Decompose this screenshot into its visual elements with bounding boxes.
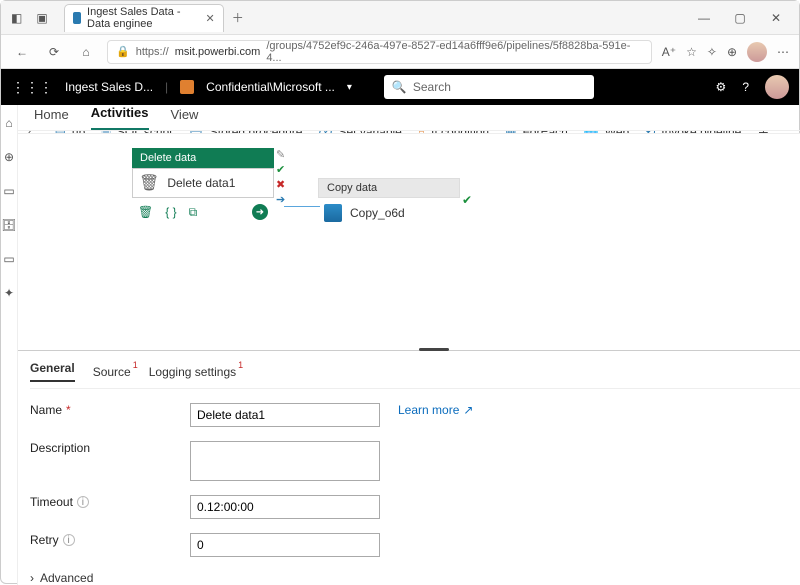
required-badge: 1	[133, 360, 138, 370]
input-name[interactable]	[190, 403, 380, 427]
search-icon: 🔍	[392, 80, 407, 94]
panel-resize-handle[interactable]	[419, 348, 449, 351]
code-action-icon[interactable]: { }	[165, 205, 176, 219]
success-output-icon[interactable]: ✔	[462, 193, 472, 207]
activity-status-icons: ✎ ✔ ✖ ➔	[276, 148, 285, 206]
advanced-toggle[interactable]: › Advanced	[30, 571, 800, 585]
tab-general[interactable]: General	[30, 361, 75, 382]
trash-icon: 🗑	[139, 173, 159, 193]
url-path: /groups/4752ef9c-246a-497e-8527-ed14a6ff…	[266, 40, 642, 64]
more-icon[interactable]: ⋯	[777, 45, 789, 59]
activity-header: Copy data	[318, 178, 460, 198]
maximize-button[interactable]: ▢	[723, 4, 757, 32]
user-avatar[interactable]	[765, 75, 789, 99]
lock-icon: 🔒	[116, 45, 130, 58]
rail-home-icon[interactable]: ⌂	[1, 115, 17, 131]
search-placeholder: Search	[413, 80, 451, 94]
activity-header: Delete data	[132, 148, 274, 168]
favicon-icon	[73, 12, 81, 24]
label-retry: Retryi	[30, 533, 180, 547]
properties-panel: General Source1 Logging settings1 ⌃ Name…	[18, 350, 800, 585]
tab-title: Ingest Sales Data - Data enginee	[87, 6, 199, 30]
app-launcher-icon[interactable]: ⋮⋮⋮	[11, 79, 53, 96]
page-tabs: Home Activities View	[18, 105, 800, 131]
activity-label: Copy_o6d	[350, 206, 405, 220]
tabs-icon[interactable]: ▣	[36, 11, 47, 25]
help-icon[interactable]: ?	[742, 80, 749, 94]
browser-tab[interactable]: Ingest Sales Data - Data enginee ✕	[64, 4, 224, 32]
close-tab-icon[interactable]: ✕	[205, 12, 214, 25]
refresh-button[interactable]: ⟳	[43, 45, 65, 59]
browser-avatar[interactable]	[747, 42, 767, 62]
edit-icon[interactable]: ✎	[276, 148, 285, 161]
reader-icon[interactable]: A⁺	[662, 45, 676, 59]
tab-view[interactable]: View	[171, 107, 199, 130]
info-icon[interactable]: i	[77, 496, 89, 508]
required-badge: 1	[238, 360, 243, 370]
label-timeout: Timeouti	[30, 495, 180, 509]
label-name: Name*	[30, 403, 180, 417]
properties-tabs: General Source1 Logging settings1 ⌃	[30, 361, 800, 389]
home-button[interactable]: ⌂	[75, 45, 97, 59]
main-area: Home Activities View ‹ ▤up 🗎SQL script 🗄…	[18, 105, 800, 585]
rail-workspaces-icon[interactable]: ✦	[1, 285, 17, 301]
workspace-name[interactable]: Ingest Sales D...	[65, 80, 153, 94]
external-link-icon: ↗	[463, 403, 473, 417]
url-host: msit.powerbi.com	[175, 46, 261, 58]
tab-source[interactable]: Source1	[93, 365, 131, 379]
connector-line	[284, 206, 320, 207]
favorite-icon[interactable]: ☆	[686, 45, 697, 59]
collections-icon[interactable]: ⊕	[727, 45, 737, 59]
input-description[interactable]	[190, 441, 380, 481]
chevron-right-icon: ›	[30, 571, 34, 585]
minimize-button[interactable]: —	[687, 4, 721, 32]
tab-activities[interactable]: Activities	[91, 105, 149, 130]
url-input[interactable]: 🔒 https:// msit.powerbi.com/groups/4752ef…	[107, 40, 652, 64]
chevron-down-icon[interactable]: ▾	[347, 82, 352, 93]
browser-titlebar: ◧ ▣ Ingest Sales Data - Data enginee ✕ ＋…	[1, 1, 799, 35]
rail-datahub-icon[interactable]: 🗄	[1, 217, 17, 233]
fail-output-icon[interactable]: ✖	[276, 178, 285, 191]
rail-browse-icon[interactable]: ▭	[1, 183, 17, 199]
tab-logging-settings[interactable]: Logging settings1	[149, 365, 236, 379]
content-area: ⌂ ⊕ ▭ 🗄 ▭ ✦ Home Activities View ‹ ▤up 🗎…	[1, 105, 799, 585]
favorites-list-icon[interactable]: ✧	[707, 45, 717, 59]
rail-monitor-icon[interactable]: ▭	[1, 251, 17, 267]
settings-icon[interactable]: ⚙	[716, 80, 727, 94]
input-timeout[interactable]	[190, 495, 380, 519]
completion-output-icon[interactable]: ➔	[276, 193, 285, 206]
learn-more-link[interactable]: Learn more↗	[398, 403, 473, 417]
input-retry[interactable]	[190, 533, 380, 557]
shield-icon	[180, 80, 194, 94]
rail-create-icon[interactable]: ⊕	[1, 149, 17, 165]
run-action-icon[interactable]: ➜	[252, 204, 268, 220]
activity-label: Delete data1	[167, 176, 235, 190]
activity-delete-data[interactable]: Delete data 🗑 Delete data1 🗑 { } ⧉ ➜	[132, 148, 274, 198]
copy-data-icon	[324, 204, 342, 222]
activity-copy-data[interactable]: Copy data Copy_o6d	[318, 178, 460, 228]
url-prefix: https://	[136, 46, 169, 58]
back-button[interactable]: ←	[11, 45, 33, 59]
label-description: Description	[30, 441, 180, 455]
new-tab-button[interactable]: ＋	[232, 9, 244, 26]
tab-home[interactable]: Home	[34, 107, 69, 130]
profile-icon[interactable]: ◧	[11, 11, 22, 25]
browser-addressbar: ← ⟳ ⌂ 🔒 https:// msit.powerbi.com/groups/…	[1, 35, 799, 69]
canvas-wrap: Delete data 🗑 Delete data1 🗑 { } ⧉ ➜ ✎ ✔	[18, 134, 800, 350]
copy-action-icon[interactable]: ⧉	[189, 205, 198, 220]
sensitivity-label[interactable]: Confidential\Microsoft ...	[206, 80, 335, 94]
app-topbar: ⋮⋮⋮ Ingest Sales D... | Confidential\Mic…	[1, 69, 799, 105]
global-search[interactable]: 🔍 Search	[384, 75, 594, 99]
delete-action-icon[interactable]: 🗑	[138, 205, 153, 219]
close-window-button[interactable]: ✕	[759, 4, 793, 32]
success-output-icon[interactable]: ✔	[276, 163, 285, 176]
pipeline-canvas[interactable]: Delete data 🗑 Delete data1 🗑 { } ⧉ ➜ ✎ ✔	[18, 134, 800, 350]
info-icon[interactable]: i	[63, 534, 75, 546]
left-rail: ⌂ ⊕ ▭ 🗄 ▭ ✦	[1, 105, 18, 585]
